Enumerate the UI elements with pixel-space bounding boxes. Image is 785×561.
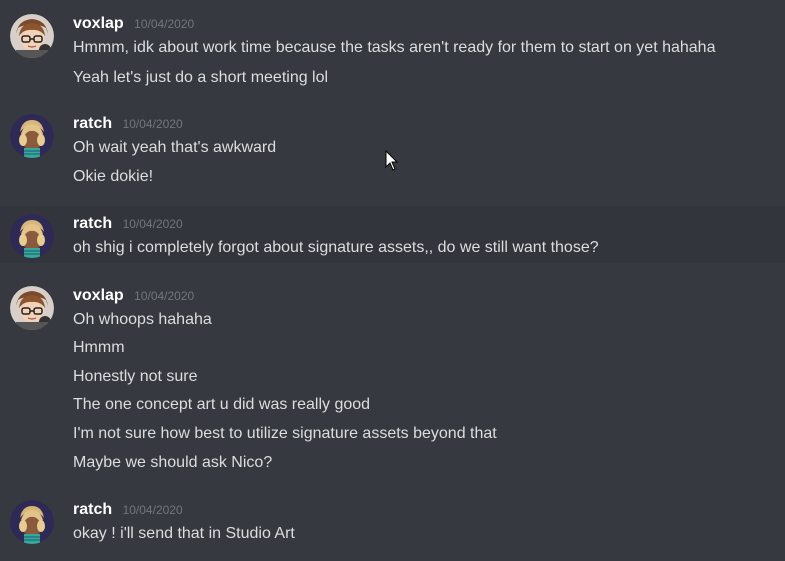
username[interactable]: ratch — [73, 215, 112, 232]
message-group: voxlap 10/04/2020 Oh whoops hahaha Hmmm … — [0, 282, 785, 482]
timestamp: 10/04/2020 — [122, 117, 183, 131]
message-group: voxlap 10/04/2020 Hmmm, idk about work t… — [0, 10, 785, 98]
message-group: ratch 10/04/2020 oh shig i completely fo… — [0, 206, 785, 263]
username[interactable]: ratch — [73, 115, 112, 132]
avatar-ratch-icon[interactable] — [10, 214, 54, 258]
timestamp: 10/04/2020 — [134, 289, 195, 303]
username[interactable]: voxlap — [73, 287, 124, 304]
message-text: The one concept art u did was really goo… — [73, 396, 371, 413]
message-text: okay ! i'll send that in Studio Art — [73, 525, 295, 542]
message-group: ratch 10/04/2020 okay ! i'll send that i… — [0, 496, 785, 556]
username[interactable]: voxlap — [73, 15, 124, 32]
mouse-cursor-icon — [385, 149, 399, 172]
message-text: Yeah let's just do a short meeting lol — [73, 69, 329, 86]
avatar-voxlap-icon[interactable] — [10, 286, 54, 330]
username[interactable]: ratch — [73, 501, 112, 518]
timestamp: 10/04/2020 — [134, 17, 195, 31]
message-text: Hmmm — [73, 339, 125, 356]
message-text: Oh wait yeah that's awkward — [73, 139, 277, 156]
message-text: oh shig i completely forgot about signat… — [73, 239, 599, 256]
message-text: Oh whoops hahaha — [73, 311, 212, 328]
timestamp: 10/04/2020 — [122, 503, 183, 517]
message-text: Honestly not sure — [73, 368, 198, 385]
message-text: Okie dokie! — [73, 168, 154, 185]
timestamp: 10/04/2020 — [122, 217, 183, 231]
message-text: Maybe we should ask Nico? — [73, 454, 273, 471]
avatar-voxlap-icon[interactable] — [10, 14, 54, 58]
message-text: I'm not sure how best to utilize signatu… — [73, 425, 497, 442]
message-text: Hmmm, idk about work time because the ta… — [73, 39, 716, 56]
avatar-ratch-icon[interactable] — [10, 500, 54, 544]
avatar-ratch-icon[interactable] — [10, 114, 54, 158]
